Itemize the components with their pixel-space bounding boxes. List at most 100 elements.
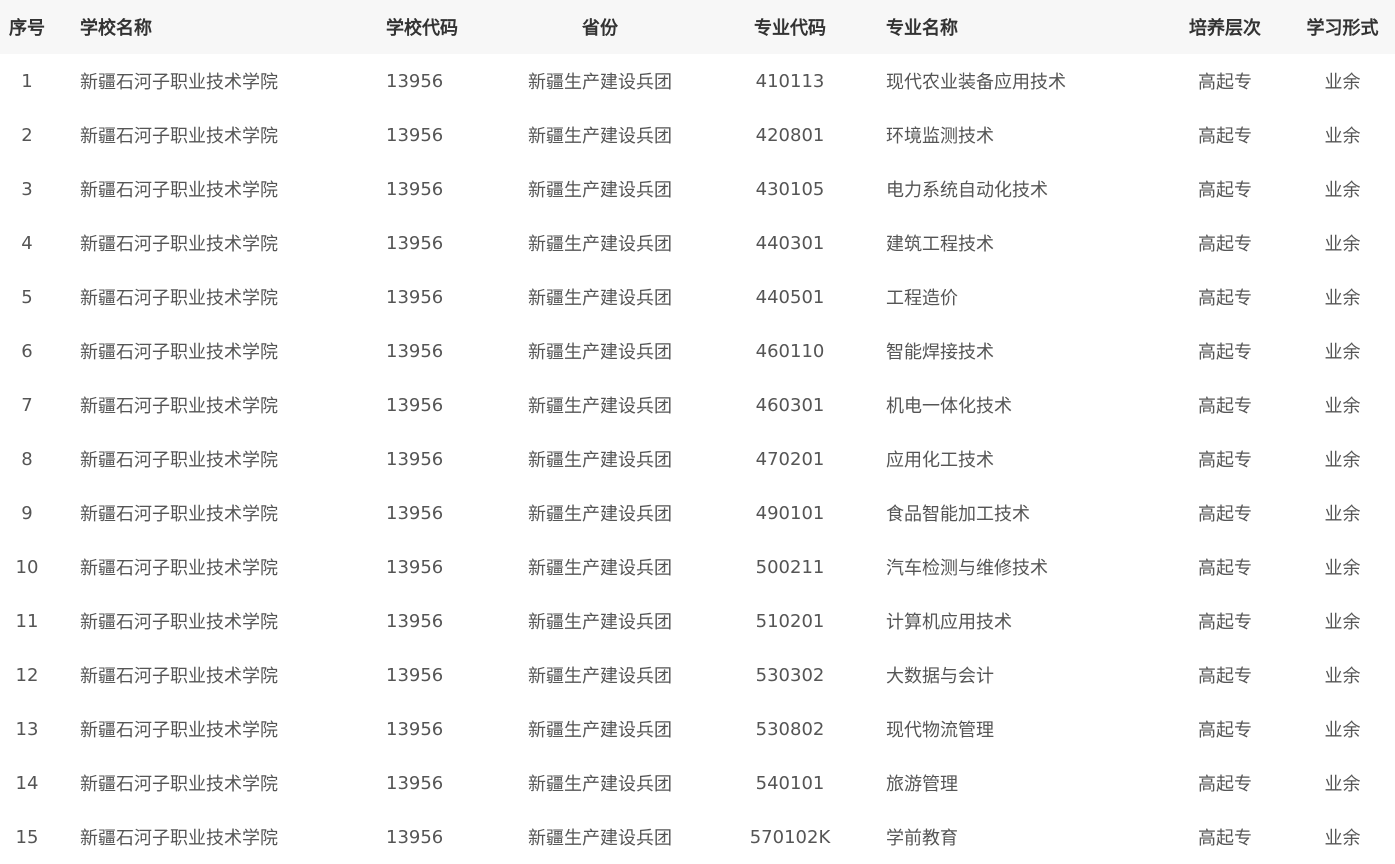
cell-major-code: 460110 [755, 340, 825, 362]
cell-study-mode: 业余 [1324, 450, 1361, 471]
cell-province: 新疆生产建设兵团 [528, 396, 672, 417]
cell-study-mode: 业余 [1324, 396, 1361, 417]
cell-school-code: 13956 [386, 502, 444, 524]
cell-training-level: 高起专 [1198, 504, 1252, 525]
cell-province: 新疆生产建设兵团 [528, 666, 672, 687]
cell-study-mode: 业余 [1324, 288, 1361, 309]
header-major-code: 专业代码 [754, 18, 826, 39]
cell-training-level: 高起专 [1198, 234, 1252, 255]
table-row: 6 新疆石河子职业技术学院 13956 新疆生产建设兵团 460110 智能焊接技术 高起专… [0, 324, 1395, 378]
header-study-mode: 学习形式 [1306, 18, 1379, 39]
cell-study-mode: 业余 [1324, 234, 1361, 255]
cell-school-name: 新疆石河子职业技术学院 [80, 504, 278, 525]
cell-province: 新疆生产建设兵团 [528, 234, 672, 255]
cell-school-name: 新疆石河子职业技术学院 [80, 720, 278, 741]
cell-major-code: 430105 [755, 178, 825, 200]
cell-province: 新疆生产建设兵团 [528, 828, 672, 849]
cell-school-name: 新疆石河子职业技术学院 [80, 234, 278, 255]
cell-training-level: 高起专 [1198, 774, 1252, 795]
cell-major-name: 食品智能加工技术 [886, 504, 1030, 525]
cell-training-level: 高起专 [1198, 666, 1252, 687]
cell-school-code: 13956 [386, 826, 444, 848]
cell-major-name: 应用化工技术 [886, 450, 994, 471]
cell-major-name: 学前教育 [886, 828, 958, 849]
cell-province: 新疆生产建设兵团 [528, 342, 672, 363]
cell-training-level: 高起专 [1198, 450, 1252, 471]
cell-school-code: 13956 [386, 232, 444, 254]
cell-major-name: 电力系统自动化技术 [886, 180, 1048, 201]
cell-school-name: 新疆石河子职业技术学院 [80, 180, 278, 201]
cell-school-name: 新疆石河子职业技术学院 [80, 342, 278, 363]
cell-major-code: 510201 [755, 610, 825, 632]
cell-major-name: 智能焊接技术 [886, 342, 994, 363]
cell-school-name: 新疆石河子职业技术学院 [80, 72, 278, 93]
cell-study-mode: 业余 [1324, 342, 1361, 363]
cell-major-code: 530302 [755, 664, 825, 686]
cell-index: 6 [21, 340, 33, 362]
cell-training-level: 高起专 [1198, 180, 1252, 201]
cell-major-code: 440501 [755, 286, 825, 308]
table-row: 14 新疆石河子职业技术学院 13956 新疆生产建设兵团 540101 旅游管理 高起专 业… [0, 756, 1395, 810]
cell-major-code: 490101 [755, 502, 825, 524]
cell-study-mode: 业余 [1324, 666, 1361, 687]
cell-province: 新疆生产建设兵团 [528, 558, 672, 579]
header-school-name: 学校名称 [80, 18, 152, 39]
cell-index: 7 [21, 394, 33, 416]
table-body: 1 新疆石河子职业技术学院 13956 新疆生产建设兵团 410113 现代农业装备应用技… [0, 54, 1395, 864]
cell-major-name: 旅游管理 [886, 774, 958, 795]
major-table: 序号 学校名称 学校代码 省份 专业代码 专业名称 培养层次 学习形式 1 新疆石… [0, 0, 1395, 864]
cell-major-code: 440301 [755, 232, 825, 254]
cell-school-code: 13956 [386, 664, 444, 686]
cell-training-level: 高起专 [1198, 72, 1252, 93]
cell-school-name: 新疆石河子职业技术学院 [80, 828, 278, 849]
cell-province: 新疆生产建设兵团 [528, 288, 672, 309]
table-row: 11 新疆石河子职业技术学院 13956 新疆生产建设兵团 510201 计算机应用技术 高… [0, 594, 1395, 648]
table-row: 15 新疆石河子职业技术学院 13956 新疆生产建设兵团 570102K 学前教育 高起专… [0, 810, 1395, 864]
cell-index: 15 [15, 826, 39, 848]
cell-training-level: 高起专 [1198, 612, 1252, 633]
cell-study-mode: 业余 [1324, 612, 1361, 633]
cell-school-code: 13956 [386, 394, 444, 416]
cell-school-code: 13956 [386, 772, 444, 794]
cell-school-name: 新疆石河子职业技术学院 [80, 774, 278, 795]
cell-major-name: 大数据与会计 [886, 666, 994, 687]
cell-index: 4 [21, 232, 33, 254]
table-row: 12 新疆石河子职业技术学院 13956 新疆生产建设兵团 530302 大数据与会计 高起… [0, 648, 1395, 702]
cell-major-code: 530802 [755, 718, 825, 740]
cell-school-name: 新疆石河子职业技术学院 [80, 396, 278, 417]
cell-index: 12 [15, 664, 39, 686]
cell-study-mode: 业余 [1324, 558, 1361, 579]
cell-school-code: 13956 [386, 610, 444, 632]
cell-training-level: 高起专 [1198, 396, 1252, 417]
cell-study-mode: 业余 [1324, 126, 1361, 147]
cell-index: 1 [21, 70, 33, 92]
table-row: 9 新疆石河子职业技术学院 13956 新疆生产建设兵团 490101 食品智能加工技术 高… [0, 486, 1395, 540]
header-school-code: 学校代码 [386, 18, 458, 39]
cell-province: 新疆生产建设兵团 [528, 504, 672, 525]
cell-school-code: 13956 [386, 124, 444, 146]
cell-school-code: 13956 [386, 448, 444, 470]
cell-study-mode: 业余 [1324, 828, 1361, 849]
cell-school-name: 新疆石河子职业技术学院 [80, 558, 278, 579]
cell-index: 11 [15, 610, 39, 632]
cell-major-name: 汽车检测与维修技术 [886, 558, 1048, 579]
cell-study-mode: 业余 [1324, 504, 1361, 525]
cell-major-code: 460301 [755, 394, 825, 416]
cell-school-code: 13956 [386, 556, 444, 578]
cell-index: 3 [21, 178, 33, 200]
cell-province: 新疆生产建设兵团 [528, 612, 672, 633]
cell-major-name: 计算机应用技术 [886, 612, 1012, 633]
cell-major-name: 环境监测技术 [886, 126, 994, 147]
cell-major-code: 470201 [755, 448, 825, 470]
cell-major-code: 410113 [755, 70, 825, 92]
table-row: 13 新疆石河子职业技术学院 13956 新疆生产建设兵团 530802 现代物流管理 高起… [0, 702, 1395, 756]
cell-school-name: 新疆石河子职业技术学院 [80, 126, 278, 147]
header-index: 序号 [9, 18, 45, 39]
cell-province: 新疆生产建设兵团 [528, 180, 672, 201]
cell-major-name: 现代农业装备应用技术 [886, 72, 1066, 93]
cell-major-code: 570102K [749, 826, 831, 848]
cell-major-name: 现代物流管理 [886, 720, 994, 741]
cell-major-name: 工程造价 [886, 288, 958, 309]
table-row: 5 新疆石河子职业技术学院 13956 新疆生产建设兵团 440501 工程造价 高起专 业余 [0, 270, 1395, 324]
cell-training-level: 高起专 [1198, 828, 1252, 849]
